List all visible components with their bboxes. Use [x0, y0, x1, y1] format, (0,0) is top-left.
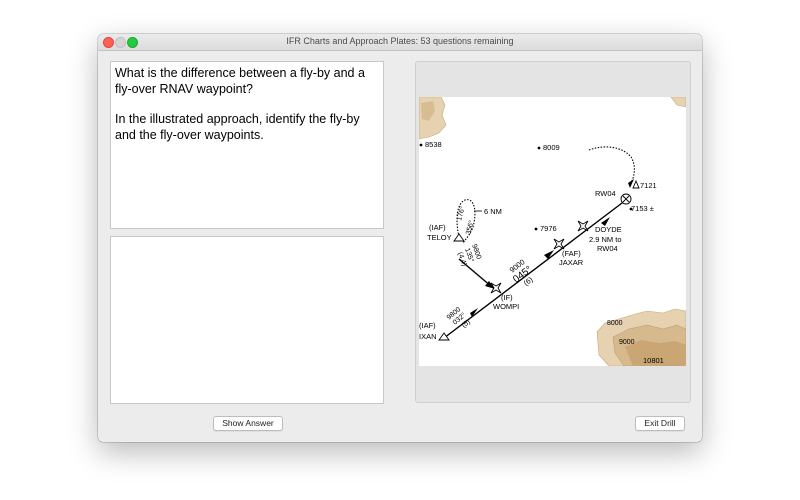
terrain-top-right: [670, 97, 686, 108]
waypoint-doyde-label: DOYDE: [595, 225, 622, 234]
fly-over-waypoint-rw04-icon: [620, 193, 632, 205]
if-label: (IF): [501, 293, 513, 302]
elev-7976-label: 7976: [540, 224, 557, 233]
fly-by-waypoint-jaxar-icon: [553, 238, 565, 250]
app-window: IFR Charts and Approach Plates: 53 quest…: [98, 34, 702, 442]
title-bar: IFR Charts and Approach Plates: 53 quest…: [98, 34, 702, 51]
iaf-bottom-name-label: IXAN: [419, 332, 437, 341]
iaf-bottom-label: (IAF): [419, 321, 436, 330]
faf-label: (FAF): [562, 249, 581, 258]
if-name-label: WOMPI: [493, 302, 519, 311]
hold-outbound-label: 356°: [464, 219, 476, 235]
spot-dot-8538: [419, 143, 423, 147]
question-text-1: What is the difference between a fly-by …: [115, 66, 365, 96]
approach-chart-svg: 8538 8009 7121 7153 ± 7976 8000 9000 108…: [419, 97, 686, 366]
elev-10801-label: 10801: [643, 356, 664, 365]
elev-8009-label: 8009: [543, 143, 560, 152]
elev-7121-label: 7121: [640, 181, 657, 190]
fly-by-waypoint-doyde-icon: [577, 220, 589, 232]
approach-chart: 8538 8009 7121 7153 ± 7976 8000 9000 108…: [419, 97, 686, 366]
hold-inbound-label: 176°: [455, 205, 467, 221]
answer-panel: [110, 236, 384, 404]
elev-8538-label: 8538: [425, 140, 442, 149]
exit-drill-button[interactable]: Exit Drill: [635, 416, 685, 431]
window-title: IFR Charts and Approach Plates: 53 quest…: [286, 36, 514, 46]
show-answer-button[interactable]: Show Answer: [213, 416, 283, 431]
question-panel: What is the difference between a fly-by …: [110, 61, 384, 229]
chart-image-panel: 8538 8009 7121 7153 ± 7976 8000 9000 108…: [415, 61, 691, 403]
iaf-top-label: (IAF): [429, 223, 446, 232]
doyde-runway-label: RW04: [597, 244, 618, 253]
elev-7153-label: 7153 ±: [631, 204, 654, 213]
hold-distance-label: 6 NM: [484, 207, 502, 216]
obstacle-7121-icon: [632, 179, 640, 189]
doyde-distance-label: 2.9 NM to: [589, 235, 622, 244]
waypoint-rw04-label: RW04: [595, 189, 616, 198]
iaf-top-name-label: TELOY: [427, 233, 452, 242]
elev-8000-label: 8000: [607, 320, 623, 327]
faf-name-label: JAXAR: [559, 258, 584, 267]
elev-9000-label: 9000: [619, 339, 635, 346]
spot-dot-8009: [537, 146, 541, 150]
question-text-2: In the illustrated approach, identify th…: [115, 112, 360, 142]
spot-dot-7976: [534, 227, 538, 231]
waypoint-ixan-icon: [438, 332, 450, 341]
waypoint-teloy-icon: [453, 233, 465, 242]
missed-approach-path: [588, 146, 635, 184]
